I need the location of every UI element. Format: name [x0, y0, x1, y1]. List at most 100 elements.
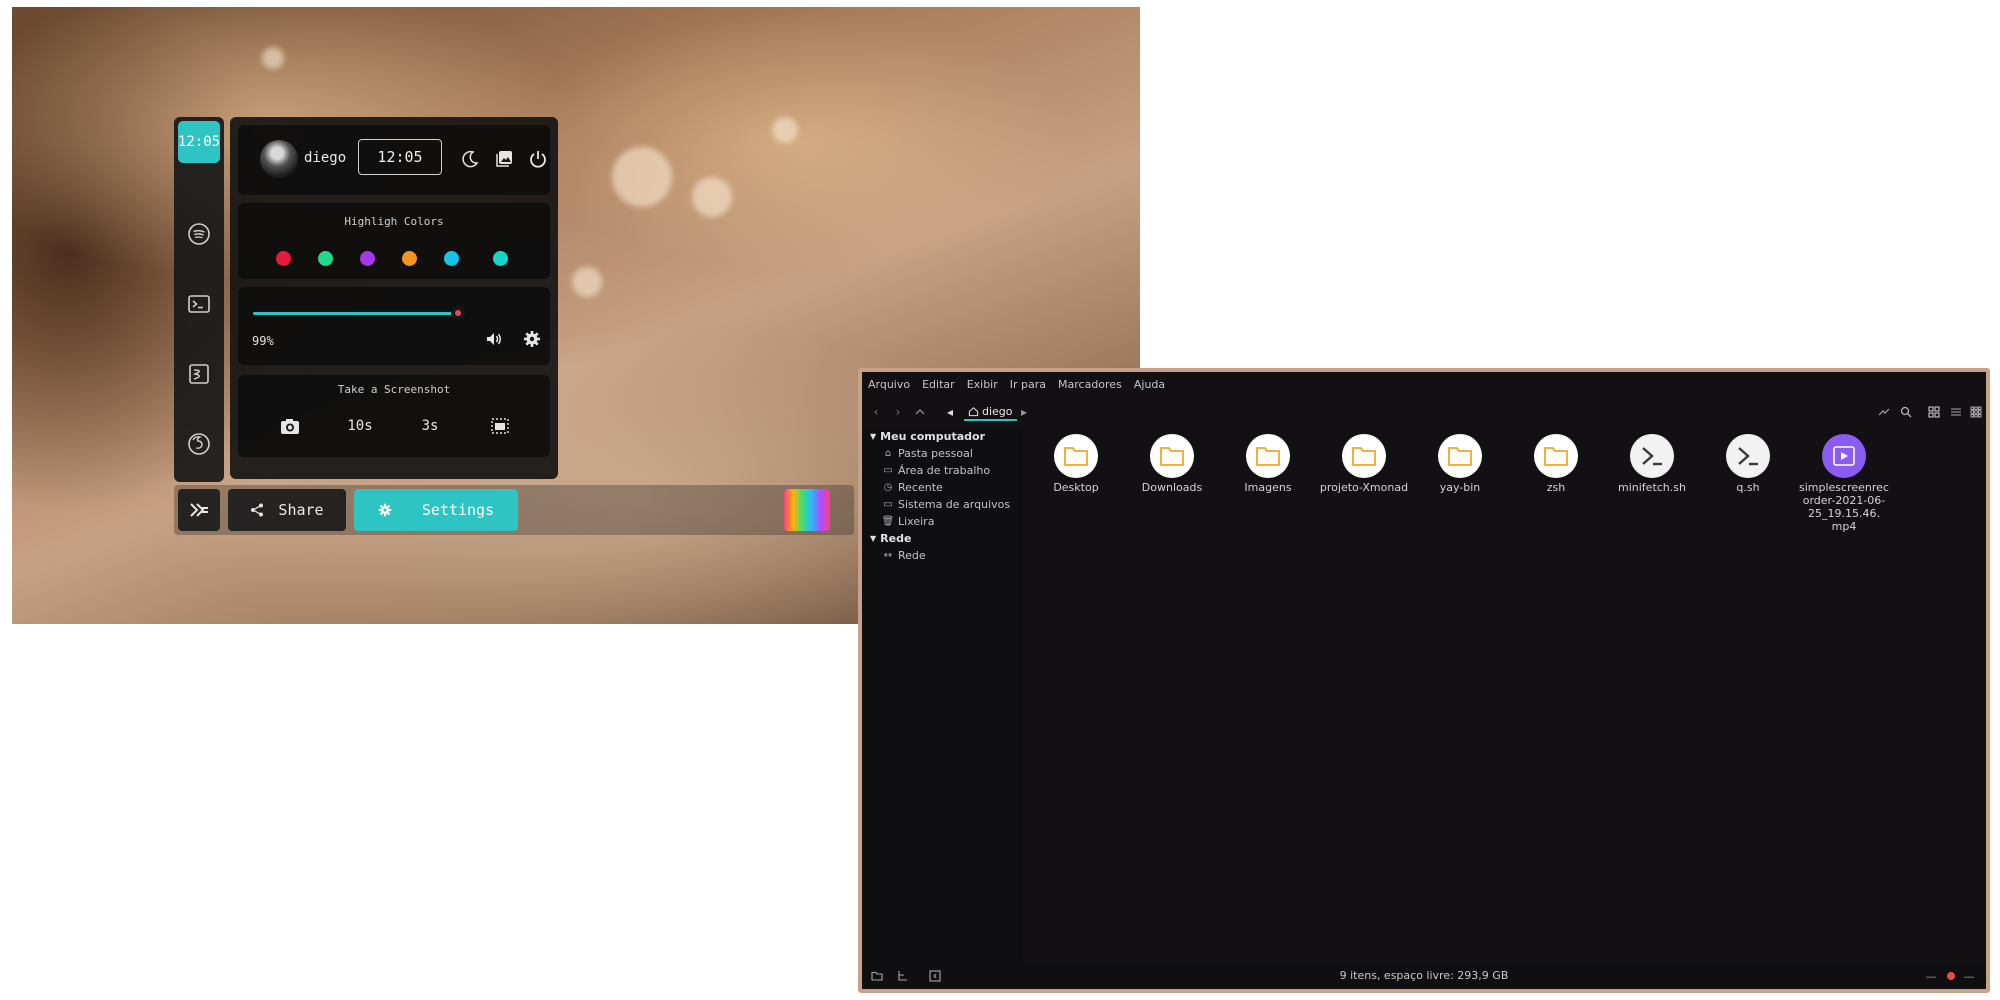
moon-icon[interactable]	[460, 149, 480, 169]
highlight-color-swatch[interactable]	[493, 251, 508, 266]
highlight-color-swatch[interactable]	[276, 251, 291, 266]
settings-button[interactable]: Settings	[354, 489, 518, 531]
xmonad-icon	[190, 503, 208, 517]
sidebar-item-pasta-pessoal[interactable]: ⌂ Pasta pessoal	[882, 447, 973, 460]
menu-editar[interactable]: Editar	[922, 378, 955, 391]
sidebar-section-computer[interactable]: ▼ Meu computador	[870, 430, 985, 443]
sidebar-item-label: Área de trabalho	[898, 464, 991, 477]
file-item[interactable]: minifetch.sh	[1604, 434, 1700, 494]
video-icon	[1822, 434, 1866, 478]
zoom-in-icon[interactable]: —	[1962, 969, 1976, 983]
volume-slider-knob[interactable]	[451, 306, 465, 320]
sidebar-item-recente[interactable]: ◷ Recente	[882, 481, 943, 494]
album-art[interactable]	[784, 489, 830, 531]
menu-arquivo[interactable]: Arquivo	[868, 378, 910, 391]
search-icon[interactable]	[1898, 404, 1914, 420]
file-item[interactable]: simplescreenrec order-2021-06-25_19.15.4…	[1796, 434, 1892, 533]
script-icon	[1630, 434, 1674, 478]
gear-icon[interactable]	[522, 329, 542, 349]
left-dock: 12:05	[174, 117, 224, 482]
list-view-icon[interactable]	[1948, 404, 1964, 420]
menu-ajuda[interactable]: Ajuda	[1134, 378, 1165, 391]
bokeh-light	[612, 147, 672, 207]
file-name: Imagens	[1244, 481, 1292, 494]
file-name: Desktop	[1053, 481, 1099, 494]
breadcrumb[interactable]: diego	[964, 403, 1017, 421]
file-grid: Desktop Downloads Imagens projeto-Xmonad yay…	[1022, 428, 1986, 963]
spotify-icon[interactable]	[187, 222, 211, 246]
screenshot-3s-button[interactable]: 3s	[412, 411, 448, 441]
share-label: Share	[278, 501, 324, 519]
speaker-icon[interactable]	[484, 329, 504, 349]
zoom-slider-knob[interactable]	[1944, 969, 1958, 983]
trash-icon: 🗑	[881, 516, 895, 527]
screenshot-now-button[interactable]	[272, 411, 308, 441]
user-card: diego 12:05	[238, 125, 550, 195]
menu-exibir[interactable]: Exibir	[967, 378, 998, 391]
icon-view-icon[interactable]	[1926, 404, 1942, 420]
sidebar-item-label: Recente	[898, 481, 943, 494]
highlight-colors-card: Highligh Colors	[238, 203, 550, 279]
sidebar-item-rede[interactable]: ↔ Rede	[882, 549, 926, 562]
share-button[interactable]: Share	[228, 489, 346, 531]
notes-icon[interactable]	[187, 362, 211, 386]
highlight-color-swatch[interactable]	[402, 251, 417, 266]
image-icon[interactable]	[494, 149, 514, 169]
file-item[interactable]: q.sh	[1700, 434, 1796, 494]
volume-slider-track[interactable]	[253, 312, 455, 315]
folder-icon	[1246, 434, 1290, 478]
sidebar-item-lixeira[interactable]: 🗑 Lixeira	[881, 515, 935, 528]
sidebar-section-network[interactable]: ▼ Rede	[870, 532, 911, 545]
screenshot-10s-button[interactable]: 10s	[342, 411, 378, 441]
file-name: yay-bin	[1439, 481, 1481, 494]
terminal-icon[interactable]	[187, 292, 211, 316]
up-icon[interactable]	[912, 404, 928, 420]
control-center: diego 12:05 Highligh Colors 99% Take a S…	[230, 117, 558, 479]
settings-label: Settings	[421, 501, 495, 519]
file-item[interactable]: projeto-Xmonad	[1316, 434, 1412, 494]
highlight-color-swatch[interactable]	[360, 251, 375, 266]
highlight-color-swatch[interactable]	[318, 251, 333, 266]
bottom-bar: Share Settings	[174, 485, 854, 535]
forward-icon[interactable]: ›	[890, 404, 906, 420]
zoom-out-icon[interactable]: —	[1924, 969, 1938, 983]
breadcrumb-right-icon[interactable]: ▸	[1016, 404, 1032, 420]
highlight-color-swatch[interactable]	[444, 251, 459, 266]
file-item[interactable]: Downloads	[1124, 434, 1220, 494]
power-icon[interactable]	[528, 149, 548, 169]
screenshot-title: Take a Screenshot	[337, 383, 451, 396]
file-item[interactable]: Desktop	[1028, 434, 1124, 494]
file-item[interactable]: Imagens	[1220, 434, 1316, 494]
drive-icon: ▭	[883, 499, 893, 510]
home-icon: ⌂	[884, 448, 892, 459]
screenshot-area-button[interactable]	[482, 411, 518, 441]
avatar[interactable]	[260, 140, 298, 178]
expand-icon: ▼	[870, 534, 877, 543]
camera-icon	[281, 419, 299, 434]
highlight-colors-title: Highligh Colors	[344, 215, 444, 228]
compact-view-icon[interactable]	[1968, 404, 1984, 420]
sidebar-header-network: Rede	[880, 532, 912, 545]
dock-clock[interactable]: 12:05	[178, 121, 220, 163]
sidebar-header-computer: Meu computador	[880, 430, 986, 443]
sidebar-item-label: Sistema de arquivos	[898, 498, 1011, 511]
menu-marcadores[interactable]: Marcadores	[1058, 378, 1122, 391]
folder-icon	[1054, 434, 1098, 478]
sidebar-item-label: Lixeira	[898, 515, 935, 528]
folder-icon	[1438, 434, 1482, 478]
bokeh-light	[262, 47, 284, 69]
file-manager-window: Arquivo Editar Exibir Ir para Marcadores…	[858, 368, 1990, 993]
back-icon[interactable]: ‹	[868, 404, 884, 420]
file-name: zsh	[1546, 481, 1566, 494]
app-launcher-button[interactable]	[178, 489, 220, 531]
file-name: simplescreenrec order-2021-06-25_19.15.4…	[1799, 481, 1889, 533]
firefox-icon[interactable]	[187, 432, 211, 456]
file-item[interactable]: yay-bin	[1412, 434, 1508, 494]
sidebar-item-area-de-trabalho[interactable]: ▭ Área de trabalho	[882, 464, 990, 477]
script-icon	[1726, 434, 1770, 478]
sidebar-item-sistema-de-arquivos[interactable]: ▭ Sistema de arquivos	[882, 498, 1010, 511]
breadcrumb-left-icon[interactable]: ◂	[942, 404, 958, 420]
path-toggle-icon[interactable]	[1876, 404, 1892, 420]
file-item[interactable]: zsh	[1508, 434, 1604, 494]
menu-ir-para[interactable]: Ir para	[1010, 378, 1046, 391]
